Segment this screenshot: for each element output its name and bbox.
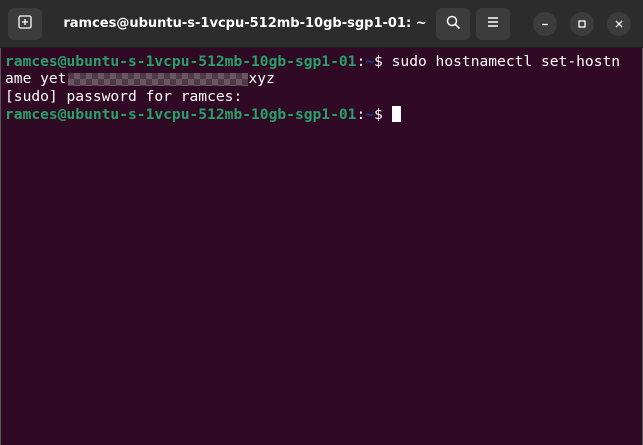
search-icon: [445, 14, 461, 34]
prompt-separator: :: [356, 106, 366, 123]
menu-button[interactable]: [476, 8, 510, 40]
close-icon: [613, 15, 625, 34]
prompt-symbol: $: [374, 53, 392, 70]
command-text: sudo hostnamectl set-hostn: [391, 53, 621, 70]
prompt-path: ~: [365, 53, 375, 70]
minimize-icon: [539, 15, 551, 34]
title-bar: ramces@ubuntu-s-1vcpu-512mb-10gb-sgp1-01…: [0, 0, 643, 48]
minimize-button[interactable]: [533, 12, 557, 36]
redacted-text: [67, 72, 248, 86]
sudo-password-prompt: [sudo] password for ramces:: [5, 88, 243, 105]
terminal-line: [sudo] password for ramces:: [5, 87, 242, 106]
terminal-cursor: [391, 106, 401, 122]
command-text-suffix: xyz: [248, 70, 275, 87]
terminal-output[interactable]: ramces@ubuntu-s-1vcpu-512mb-10gb-sgp1-01…: [0, 48, 643, 445]
terminal-line: ame yet xyz: [5, 69, 275, 88]
search-button[interactable]: [436, 8, 470, 40]
new-tab-button[interactable]: [8, 8, 42, 40]
maximize-button[interactable]: [570, 12, 594, 36]
terminal-line: ramces@ubuntu-s-1vcpu-512mb-10gb-sgp1-01…: [5, 105, 401, 124]
window-title: ramces@ubuntu-s-1vcpu-512mb-10gb-sgp1-01…: [63, 16, 427, 31]
hamburger-menu-icon: [485, 14, 501, 34]
prompt-separator: :: [356, 53, 366, 70]
maximize-icon: [576, 15, 588, 34]
prompt-symbol: $: [374, 106, 392, 123]
new-tab-icon: [17, 14, 33, 34]
prompt-path: ~: [365, 106, 375, 123]
prompt-user-host: ramces@ubuntu-s-1vcpu-512mb-10gb-sgp1-01: [5, 106, 357, 123]
terminal-window: ramces@ubuntu-s-1vcpu-512mb-10gb-sgp1-01…: [0, 0, 643, 445]
close-button[interactable]: [607, 12, 631, 36]
command-text-continued: ame yet: [5, 70, 67, 87]
prompt-user-host: ramces@ubuntu-s-1vcpu-512mb-10gb-sgp1-01: [5, 53, 357, 70]
